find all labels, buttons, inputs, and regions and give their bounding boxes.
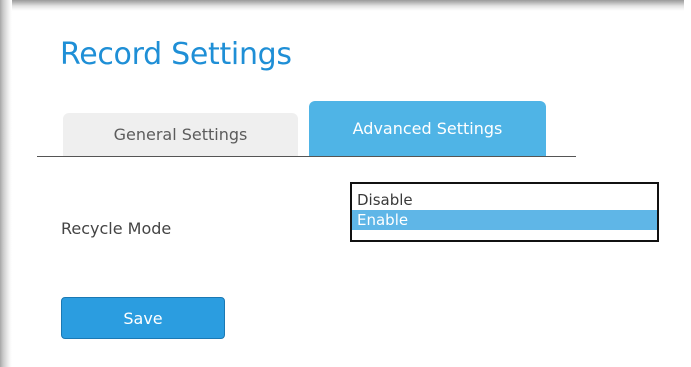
recycle-mode-option-enable[interactable]: Enable [352,210,657,230]
recycle-mode-dropdown-list[interactable]: Disable Enable [350,182,659,242]
tab-general-settings[interactable]: General Settings [63,113,298,156]
tab-divider [37,156,576,157]
tab-advanced-settings-label: Advanced Settings [352,119,503,138]
recycle-mode-label: Recycle Mode [61,219,172,238]
window-top-shadow [0,0,684,11]
window-left-shadow [0,0,12,367]
recycle-mode-option-disable[interactable]: Disable [352,190,657,210]
settings-window: Record Settings General Settings Advance… [0,0,691,367]
save-button[interactable]: Save [61,297,225,339]
tab-general-settings-label: General Settings [113,125,248,144]
page-title: Record Settings [60,37,292,72]
tab-advanced-settings[interactable]: Advanced Settings [309,101,546,156]
